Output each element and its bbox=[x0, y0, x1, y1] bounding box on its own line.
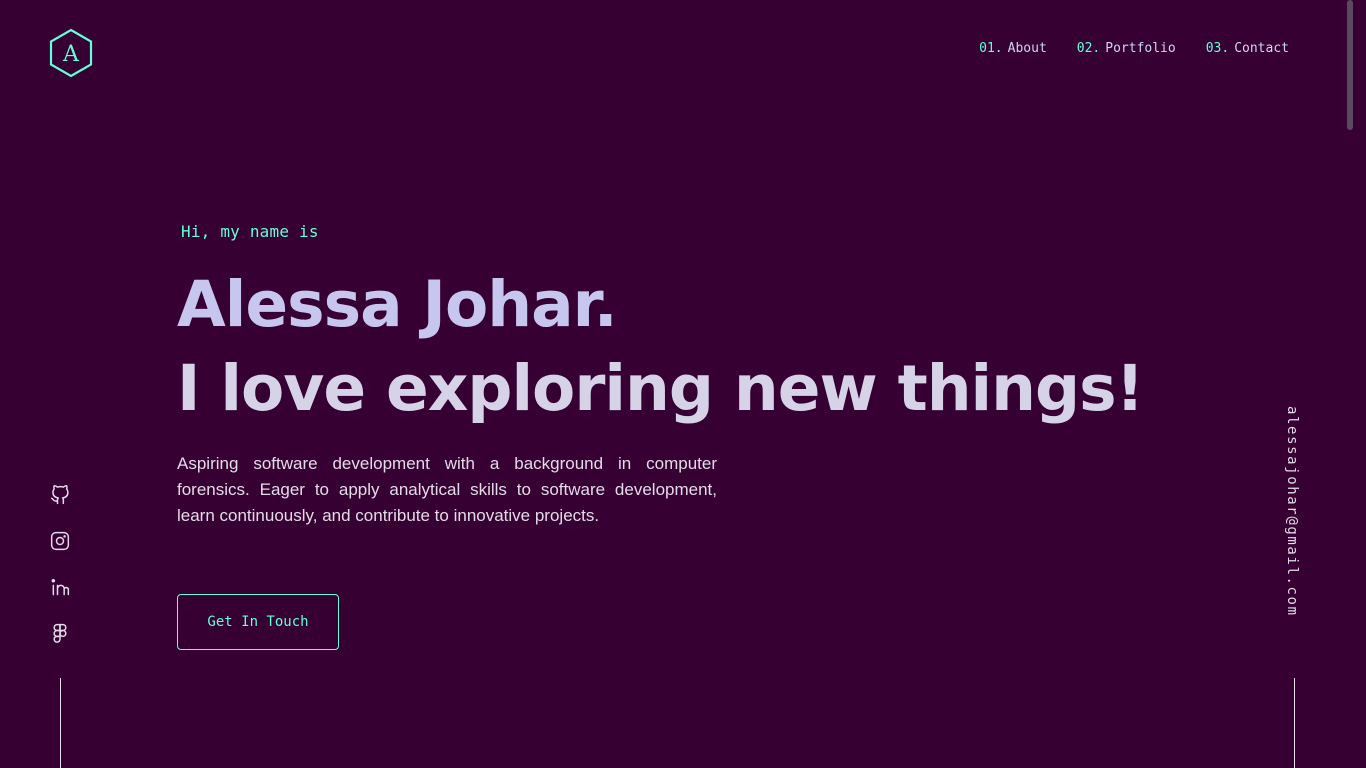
nav-item-number: 01. bbox=[979, 41, 1003, 56]
email-link[interactable]: alessajohar@gmail.com bbox=[1284, 406, 1300, 617]
right-divider-line bbox=[1294, 678, 1295, 768]
hero-name: Alessa Johar. bbox=[177, 268, 618, 341]
github-link[interactable] bbox=[48, 484, 72, 506]
nav-item-label: Contact bbox=[1234, 41, 1289, 56]
logo[interactable]: A bbox=[48, 28, 94, 78]
linkedin-link[interactable] bbox=[48, 576, 72, 598]
hero-greeting: Hi, my name is bbox=[181, 222, 319, 241]
social-links bbox=[48, 484, 72, 644]
nav-item-contact[interactable]: 03. Contact bbox=[1206, 41, 1289, 56]
nav-item-portfolio[interactable]: 02. Portfolio bbox=[1077, 41, 1176, 56]
nav-item-label: About bbox=[1007, 41, 1047, 56]
left-divider-line bbox=[60, 678, 61, 768]
instagram-icon bbox=[50, 531, 70, 551]
get-in-touch-button[interactable]: Get In Touch bbox=[177, 594, 339, 650]
hero-tagline: I love exploring new things! bbox=[177, 352, 1144, 425]
scrollbar-thumb[interactable] bbox=[1347, 0, 1353, 130]
nav-item-label: Portfolio bbox=[1105, 41, 1176, 56]
hexagon-logo-icon: A bbox=[49, 28, 93, 78]
github-icon bbox=[50, 485, 69, 505]
nav-item-number: 03. bbox=[1205, 41, 1230, 56]
instagram-link[interactable] bbox=[48, 530, 72, 552]
figma-link[interactable] bbox=[48, 622, 72, 644]
hero-intro: Aspiring software development with a bac… bbox=[177, 454, 717, 525]
linkedin-icon bbox=[51, 578, 70, 596]
nav-item-number: 02. bbox=[1076, 41, 1101, 56]
figma-icon bbox=[53, 623, 67, 643]
hero-section: Hi, my name is Alessa Johar. I love expl… bbox=[177, 222, 1144, 650]
nav-item-about[interactable]: 01. About bbox=[979, 41, 1047, 56]
logo-letter: A bbox=[62, 42, 80, 67]
top-nav: 01. About 02. Portfolio 03. Contact bbox=[979, 41, 1289, 56]
